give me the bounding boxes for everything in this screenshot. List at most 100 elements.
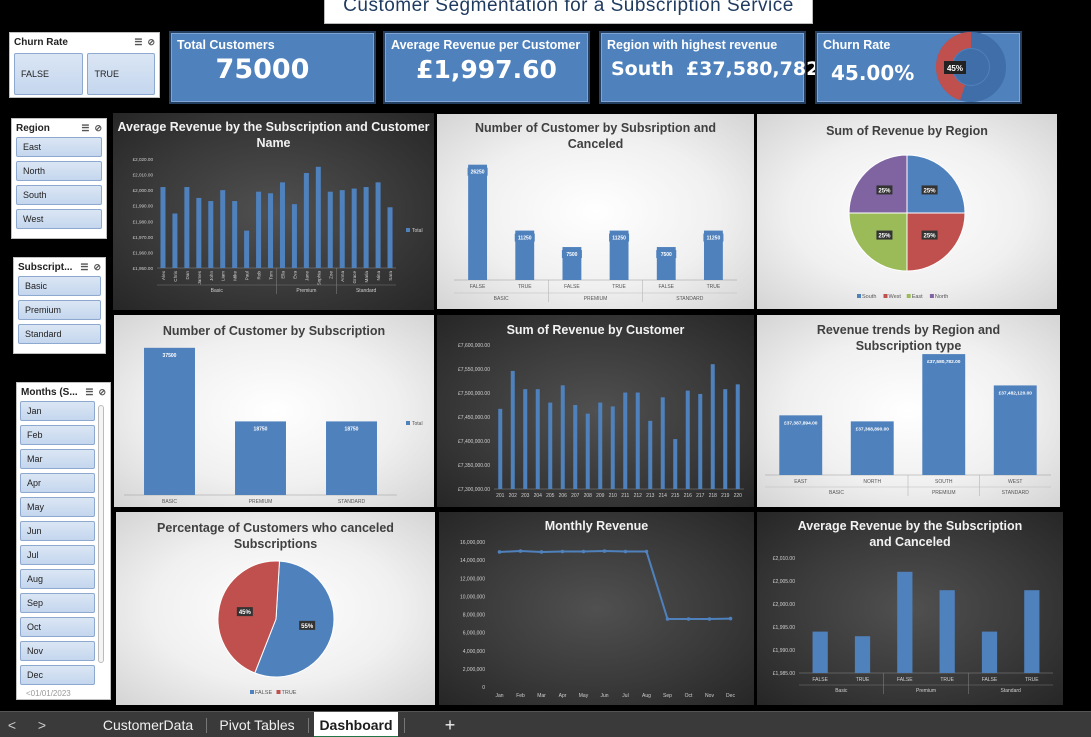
x-tick-label: Oct: [685, 693, 693, 699]
churn-donut-label: 45%: [947, 64, 963, 73]
data-label: 25%: [878, 188, 891, 194]
x-tick-label: 212: [634, 493, 643, 499]
data-label: 37500: [163, 353, 177, 359]
slicer-item-nov[interactable]: Nov: [20, 641, 95, 661]
y-tick-label: 8,000,000: [463, 613, 485, 619]
panel-revenue-by-customer: Sum of Revenue by Customer £7,300,000.00…: [437, 315, 754, 507]
subscription-slicer-title: Subscript...: [18, 261, 73, 273]
x-tick-label: 216: [684, 493, 693, 499]
churn-donut: 45%: [936, 32, 1006, 102]
bar: [623, 392, 628, 489]
bar: [256, 191, 262, 268]
x-tick-label: Dec: [726, 693, 735, 699]
panel-customers-by-subscription: Number of Customer by Subscription 37500…: [114, 315, 434, 507]
data-point: [518, 549, 523, 553]
y-tick-label: £7,500,000.00: [458, 391, 490, 397]
legend-swatch: [883, 294, 888, 298]
tab-nav-next[interactable]: >: [34, 712, 50, 737]
region-slicer: Region ☰ ⊘ East North South West: [11, 118, 107, 239]
bar: [723, 389, 728, 489]
panel-avg-revenue-subscription-customer: Average Revenue by the Subscription and …: [113, 113, 434, 310]
x-tick-label: 215: [671, 493, 680, 499]
group-label: PREMIUM: [932, 490, 956, 496]
slicer-item-jul[interactable]: Jul: [20, 545, 95, 565]
multi-select-icon[interactable]: ☰: [81, 123, 89, 134]
tab-nav-prev[interactable]: <: [4, 712, 20, 737]
x-tick-label: Jan: [495, 693, 503, 699]
bar: [208, 201, 214, 268]
panel-revenue-by-region: Sum of Revenue by Region 25% 25% 25% 25% Sou…: [757, 114, 1057, 309]
y-tick-label: £2,000.00: [773, 602, 795, 608]
slicer-item-jan[interactable]: Jan: [20, 401, 95, 421]
clear-filter-icon[interactable]: ⊘: [94, 123, 102, 134]
bar: [375, 182, 381, 268]
slicer-item-basic[interactable]: Basic: [18, 276, 101, 296]
x-tick-label: 203: [521, 493, 530, 499]
slicer-item-aug[interactable]: Aug: [20, 569, 95, 589]
bar: [585, 413, 590, 489]
y-tick-label: 16,000,000: [460, 540, 485, 546]
slicer-item-oct[interactable]: Oct: [20, 617, 95, 637]
slicer-item-may[interactable]: May: [20, 497, 95, 517]
group-label: BASIC: [494, 296, 509, 302]
slicer-item-sep[interactable]: Sep: [20, 593, 95, 613]
slicer-item-north[interactable]: North: [16, 161, 102, 181]
slicer-item-south[interactable]: South: [16, 185, 102, 205]
add-sheet-button[interactable]: +: [440, 712, 460, 737]
multi-select-icon[interactable]: ☰: [134, 37, 142, 48]
legend-label: Total: [412, 228, 423, 234]
x-tick-label: Chris: [173, 270, 178, 281]
group-label: STANDARD: [1002, 490, 1030, 496]
slicer-scrollbar[interactable]: [98, 405, 104, 663]
dashboard: Customer Segmentation for a Subscription…: [0, 0, 1091, 737]
chart-customers-by-subscription: 37500 BASIC 18750 PREMIUM 18750 STANDARD Total: [124, 347, 423, 505]
bar: [232, 201, 238, 268]
x-tick-label: 214: [659, 493, 668, 499]
slicer-item-mar[interactable]: Mar: [20, 449, 95, 469]
clear-filter-icon[interactable]: ⊘: [147, 37, 155, 48]
data-label: 18750: [254, 426, 268, 432]
multi-select-icon[interactable]: ☰: [85, 387, 93, 398]
bar: [184, 187, 190, 268]
y-tick-label: 4,000,000: [463, 649, 485, 655]
panel-avg-revenue-subscription-canceled: Average Revenue by the Subscription and …: [757, 512, 1063, 705]
data-point: [623, 549, 628, 554]
slicer-item-churn-false[interactable]: FALSE: [14, 53, 84, 95]
tab-dashboard[interactable]: Dashboard: [314, 712, 398, 737]
x-tick-label: FALSE: [470, 284, 486, 290]
bar: [648, 420, 653, 489]
x-tick-label: Zoe: [328, 271, 333, 279]
data-point: [602, 549, 607, 553]
pie-slice: [906, 154, 966, 214]
legend-swatch: [276, 690, 281, 694]
data-label: £37,580,782.00: [927, 359, 961, 365]
kpi-churn-rate: Churn Rate 45.00% 45%: [815, 31, 1022, 104]
tab-customerdata[interactable]: CustomerData: [96, 712, 200, 737]
x-tick-label: 219: [721, 493, 730, 499]
slicer-item-apr[interactable]: Apr: [20, 473, 95, 493]
bar: [710, 364, 715, 489]
slicer-item-feb[interactable]: Feb: [20, 425, 95, 445]
slicer-item-dec[interactable]: Dec: [20, 665, 95, 685]
slicer-item-west[interactable]: West: [16, 209, 102, 229]
data-label: 7500: [566, 252, 577, 258]
tab-pivot-tables[interactable]: Pivot Tables: [212, 712, 302, 737]
x-tick-label: EAST: [794, 479, 807, 485]
kpi-value: 75000: [215, 54, 310, 85]
y-tick-label: £1,985.00: [773, 671, 795, 677]
slicer-item-east[interactable]: East: [16, 137, 102, 157]
clear-filter-icon[interactable]: ⊘: [93, 262, 101, 273]
slicer-item-standard[interactable]: Standard: [18, 324, 101, 344]
group-label: Standard: [1001, 688, 1022, 694]
bar: [598, 402, 603, 489]
x-tick-label: Grace: [352, 271, 357, 284]
data-point: [497, 550, 502, 554]
group-label: Premium: [916, 688, 936, 694]
multi-select-icon[interactable]: ☰: [80, 262, 88, 273]
bar: [220, 190, 226, 268]
slicer-item-jun[interactable]: Jun: [20, 521, 95, 541]
slicer-item-churn-true[interactable]: TRUE: [87, 53, 155, 95]
clear-filter-icon[interactable]: ⊘: [98, 387, 106, 398]
y-tick-label: £7,350,000.00: [458, 463, 490, 469]
slicer-item-premium[interactable]: Premium: [18, 300, 101, 320]
